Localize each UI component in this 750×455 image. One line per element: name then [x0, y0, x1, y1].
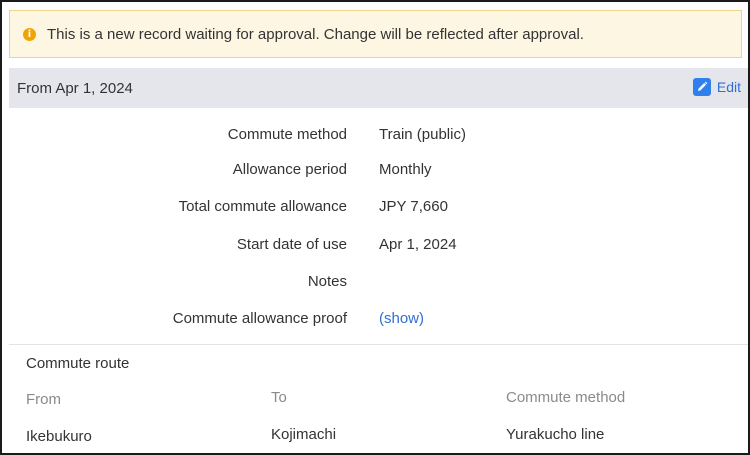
detail-label: Commute method: [227, 126, 347, 143]
detail-row-start-date: Start date of use Apr 1, 2024: [9, 232, 748, 256]
detail-row-commute-method: Commute method Train (public): [9, 122, 748, 146]
route-column-to: To: [271, 389, 287, 406]
route-cell-method: Yurakucho line: [506, 426, 605, 443]
route-column-from: From: [26, 391, 61, 408]
route-cell-from: Ikebukuro: [26, 428, 92, 445]
commute-route-section: Commute route From To Commute method Ike…: [9, 344, 748, 453]
edit-button[interactable]: Edit: [692, 78, 741, 96]
detail-row-total-allowance: Total commute allowance JPY 7,660: [9, 194, 748, 218]
detail-value: JPY 7,660: [379, 198, 448, 215]
detail-value: Train (public): [379, 126, 466, 143]
route-cell-to: Kojimachi: [271, 426, 337, 443]
route-column-method: Commute method: [506, 389, 626, 406]
show-proof-link[interactable]: (show): [379, 310, 424, 327]
approval-notice-text: This is a new record waiting for approva…: [47, 25, 584, 43]
detail-row-notes: Notes: [9, 269, 748, 293]
period-title: From Apr 1, 2024: [17, 79, 133, 97]
detail-label: Commute allowance proof: [172, 310, 347, 327]
period-header: From Apr 1, 2024 Edit: [9, 68, 748, 108]
allowance-details: Commute method Train (public) Allowance …: [9, 108, 748, 344]
detail-value: Monthly: [379, 161, 432, 178]
detail-label: Total commute allowance: [178, 198, 347, 215]
commute-allowance-panel: i This is a new record waiting for appro…: [0, 0, 750, 455]
commute-route-title: Commute route: [26, 355, 130, 372]
detail-value: Apr 1, 2024: [379, 236, 457, 253]
pencil-icon: [692, 78, 711, 96]
info-icon: i: [23, 27, 36, 41]
detail-row-allowance-proof: Commute allowance proof (show): [9, 306, 748, 330]
detail-label: Allowance period: [232, 161, 347, 178]
approval-notice: i This is a new record waiting for appro…: [9, 10, 742, 58]
edit-label: Edit: [716, 79, 741, 95]
detail-label: Start date of use: [236, 236, 347, 253]
detail-row-allowance-period: Allowance period Monthly: [9, 157, 748, 181]
detail-label: Notes: [307, 273, 347, 290]
